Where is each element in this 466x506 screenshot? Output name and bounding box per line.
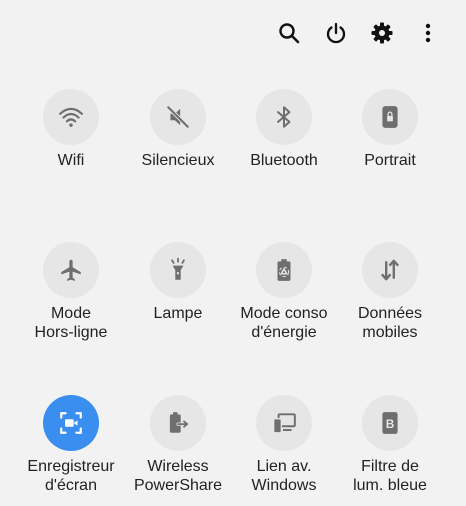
rotation-lock-icon (382, 106, 398, 128)
quick-panel-toolbar (0, 0, 466, 66)
tile-label: Bluetooth (250, 152, 318, 169)
tile-donnees-mobiles-button[interactable] (362, 242, 418, 298)
more-vert-icon (425, 23, 431, 43)
tile-label: Portrait (364, 152, 416, 169)
tile-label: Lampe (153, 305, 203, 322)
wireless-powershare-icon (169, 412, 189, 433)
tile-wireless-powershare-button[interactable] (150, 395, 206, 451)
volume-mute-icon (166, 105, 190, 129)
tile-portrait[interactable]: Portrait (335, 89, 445, 170)
blue-light-filter-icon: B (382, 412, 398, 434)
tile-wifi-button[interactable] (43, 89, 99, 145)
tile-bluetooth-button[interactable] (256, 89, 312, 145)
tile-lien-av-windows[interactable]: Lien av. Windows (229, 395, 339, 495)
tile-wifi[interactable]: Wifi (16, 89, 126, 170)
power-button[interactable] (320, 17, 352, 49)
tile-label: Enregistreur d'écran (27, 458, 115, 494)
tile-lampe[interactable]: Lampe (123, 242, 233, 323)
tile-label: Wifi (57, 152, 85, 169)
tile-label: Silencieux (141, 152, 215, 169)
tile-label: Mode conso d'énergie (240, 305, 328, 341)
gear-icon (371, 22, 393, 44)
tile-label: Mode Hors-ligne (34, 305, 108, 341)
tile-mode-hors-ligne-button[interactable] (43, 242, 99, 298)
bluetooth-icon (277, 106, 291, 128)
wifi-icon (59, 107, 83, 127)
link-to-windows-icon (273, 413, 296, 434)
tile-enregistreur-ecran[interactable]: Enregistreur d'écran (16, 395, 126, 495)
tile-lien-av-windows-button[interactable] (256, 395, 312, 451)
svg-text:B: B (386, 417, 395, 431)
tile-mode-conso-energie-button[interactable] (256, 242, 312, 298)
tile-bluetooth[interactable]: Bluetooth (229, 89, 339, 170)
search-icon (279, 23, 300, 44)
tile-label: Wireless PowerShare (133, 458, 223, 494)
search-button[interactable] (273, 17, 305, 49)
screen-recorder-icon (60, 412, 82, 434)
tile-wireless-powershare[interactable]: Wireless PowerShare (123, 395, 233, 495)
airplane-icon (61, 259, 81, 281)
tile-filtre-lumiere-bleue[interactable]: B Filtre de lum. bleue (335, 395, 445, 495)
battery-saver-icon (277, 259, 291, 281)
tile-donnees-mobiles[interactable]: Données mobiles (335, 242, 445, 342)
tile-mode-hors-ligne[interactable]: Mode Hors-ligne (16, 242, 126, 342)
tile-label: Données mobiles (357, 305, 423, 341)
tile-mode-conso-energie[interactable]: Mode conso d'énergie (229, 242, 339, 342)
settings-button[interactable] (366, 17, 398, 49)
flashlight-icon (171, 257, 185, 280)
tile-label: Filtre de lum. bleue (353, 458, 427, 494)
tile-filtre-lumiere-bleue-button[interactable]: B (362, 395, 418, 451)
tile-lampe-button[interactable] (150, 242, 206, 298)
tile-silencieux[interactable]: Silencieux (123, 89, 233, 170)
tile-silencieux-button[interactable] (150, 89, 206, 145)
tile-label: Lien av. Windows (251, 458, 317, 494)
power-icon (326, 22, 346, 44)
tile-enregistreur-ecran-button[interactable] (43, 395, 99, 451)
more-options-button[interactable] (412, 17, 444, 49)
tile-portrait-button[interactable] (362, 89, 418, 145)
mobile-data-icon (380, 259, 400, 281)
